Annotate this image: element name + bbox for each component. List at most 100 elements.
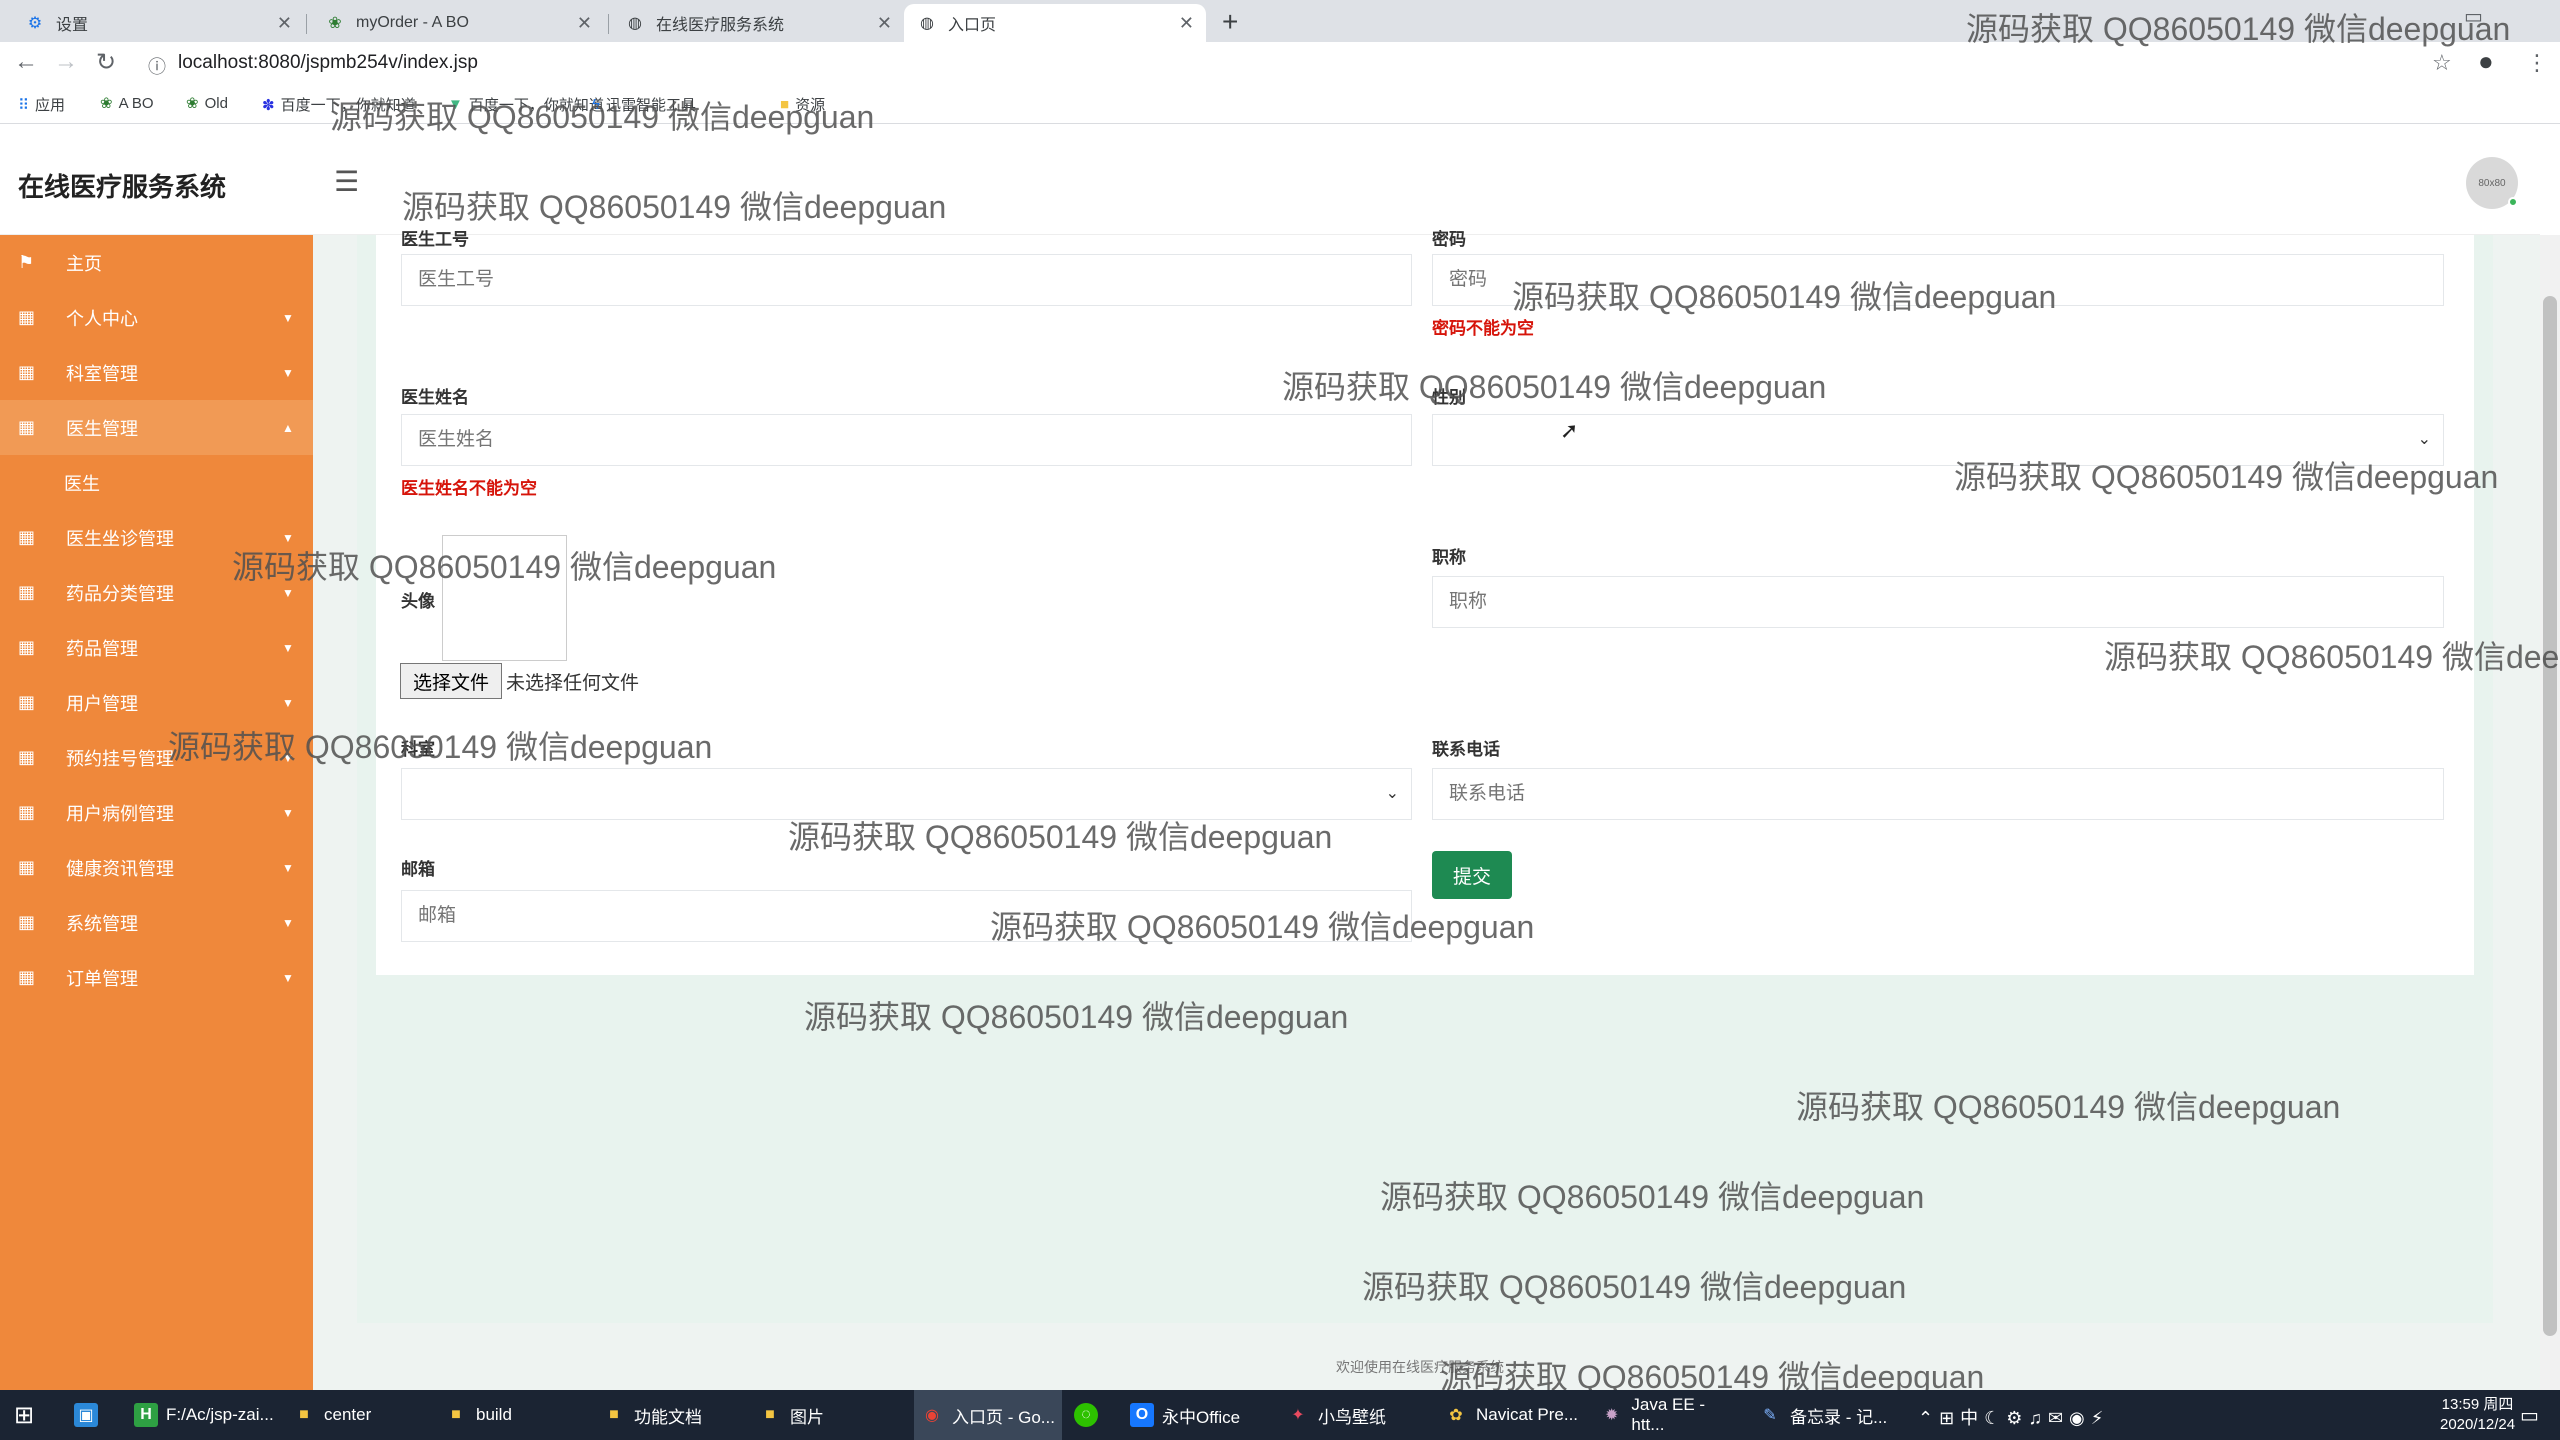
bookmark-vue[interactable]: ▼ 百度一下，你就知道: [448, 94, 604, 115]
scrollbar-thumb[interactable]: [2543, 296, 2557, 1336]
taskbar-item-center[interactable]: ■ center: [292, 1390, 432, 1440]
bookmark-abo[interactable]: ❀ A BO: [100, 94, 154, 113]
password-input[interactable]: [1432, 254, 2444, 306]
folder-icon: ■: [765, 1406, 775, 1423]
caret-up-icon: ▲: [282, 420, 294, 435]
globe-icon: ◍: [920, 15, 934, 32]
close-icon[interactable]: ✕: [1179, 13, 1194, 34]
close-icon[interactable]: ✕: [577, 13, 592, 34]
notification-icon[interactable]: ▭: [2520, 1390, 2539, 1440]
bookmark-old[interactable]: ❀ Old: [186, 94, 228, 113]
avatar-label: 头像: [401, 592, 435, 611]
file-status-text: 未选择任何文件: [506, 673, 640, 694]
grid-icon: ▦: [18, 967, 36, 987]
close-icon[interactable]: ✕: [277, 13, 292, 34]
reload-icon[interactable]: ↻: [96, 48, 116, 77]
sidebar-item-department[interactable]: ▦ 科室管理 ▼: [0, 345, 313, 400]
bookmark-resources[interactable]: ■ 资源: [780, 94, 825, 115]
choose-file-button[interactable]: 选择文件: [400, 663, 502, 699]
sidebar-item-orders[interactable]: ▦ 订单管理 ▼: [0, 950, 313, 1005]
taskbar-item-pictures[interactable]: ■ 图片: [758, 1390, 898, 1440]
sidebar-item-cases[interactable]: ▦ 用户病例管理 ▼: [0, 785, 313, 840]
thunder-icon: ϟ: [592, 96, 600, 113]
sidebar-item-system[interactable]: ▦ 系统管理 ▼: [0, 895, 313, 950]
taskbar-item-wechat[interactable]: ◌: [1074, 1390, 1106, 1440]
taskbar-item-docs[interactable]: ■ 功能文档: [602, 1390, 742, 1440]
email-label: 邮箱: [401, 860, 435, 879]
sidebar-item-appointments[interactable]: ▦ 预约挂号管理 ▼: [0, 730, 313, 785]
sidebar-item-doctor[interactable]: ▦ 医生管理 ▲: [0, 400, 313, 455]
bookmark-thunder[interactable]: ϟ 迅雷智能工具: [592, 94, 696, 115]
tab-separator: [608, 14, 609, 34]
folder-icon: ■: [780, 96, 790, 113]
sidebar-item-consultation[interactable]: ▦ 医生坐诊管理 ▼: [0, 510, 313, 565]
department-select[interactable]: ⌄: [401, 768, 1412, 820]
sidebar-item-personal[interactable]: ▦ 个人中心 ▼: [0, 290, 313, 345]
sidebar-item-home[interactable]: ⚑ 主页: [0, 235, 313, 290]
gender-select[interactable]: ⌄: [1432, 414, 2444, 466]
caret-down-icon: ▼: [282, 750, 294, 765]
title-label: 职称: [1432, 548, 1466, 567]
profile-icon[interactable]: ●: [2478, 46, 2494, 77]
store-icon: ▣: [74, 1403, 98, 1427]
browser-tab-medical[interactable]: ◍ 在线医疗服务系统 ✕: [612, 4, 904, 42]
wechat-icon: ◌: [1074, 1403, 1098, 1427]
sidebar-subitem-doctor[interactable]: 医生: [0, 455, 313, 510]
sidebar-item-drug-category[interactable]: ▦ 药品分类管理 ▼: [0, 565, 313, 620]
forward-arrow-icon[interactable]: →: [54, 48, 78, 76]
sidebar-item-drugs[interactable]: ▦ 药品管理 ▼: [0, 620, 313, 675]
windows-taskbar: ⊞ ▣ H F:/Ac/jsp-zai... ■ center ■ build …: [0, 1390, 2560, 1440]
phone-input[interactable]: [1432, 768, 2444, 820]
brand-title: 在线医疗服务系统: [18, 172, 227, 202]
app-header: 在线医疗服务系统 ☰ 80x80: [0, 125, 2540, 235]
star-icon[interactable]: ☆: [2432, 50, 2452, 76]
email-input[interactable]: [401, 890, 1412, 942]
minimize-icon[interactable]: ▭: [2464, 4, 2483, 29]
taskbar-item-eclipse[interactable]: ✹ Java EE - htt...: [1600, 1390, 1740, 1440]
bookmark-baidu[interactable]: ✽ 百度一下，你就知道: [262, 94, 416, 115]
address-bar[interactable]: localhost:8080/jspmb254v/index.jsp: [178, 52, 478, 74]
browser-tab-settings[interactable]: ⚙ 设置 ✕: [12, 4, 304, 42]
browser-tab-entry[interactable]: ◍ 入口页 ✕: [904, 4, 1206, 42]
chevron-down-icon: ⌄: [2417, 431, 2431, 448]
hbuilder-icon: H: [134, 1403, 158, 1427]
taskbar-item-chrome[interactable]: ◉ 入口页 - Go...: [914, 1390, 1062, 1440]
grid-icon: ▦: [18, 307, 36, 327]
new-tab-button[interactable]: +: [1222, 6, 1238, 38]
sidebar-item-users[interactable]: ▦ 用户管理 ▼: [0, 675, 313, 730]
menu-kebab-icon[interactable]: ⋮: [2526, 50, 2548, 76]
doctor-name-input[interactable]: [401, 414, 1412, 466]
caret-down-icon: ▼: [282, 530, 294, 545]
taskbar-item-yozo-office[interactable]: O 永中Office: [1130, 1390, 1260, 1440]
doctor-id-label: 医生工号: [401, 230, 469, 249]
submit-button[interactable]: 提交: [1432, 851, 1512, 899]
taskbar-item-navicat[interactable]: ✿ Navicat Pre...: [1444, 1390, 1584, 1440]
windows-start-icon[interactable]: ⊞: [14, 1390, 34, 1440]
taskbar-clock[interactable]: 13:59 周四 2020/12/24: [2440, 1395, 2515, 1435]
taskbar-item-hbuilder[interactable]: H F:/Ac/jsp-zai...: [134, 1390, 274, 1440]
title-input[interactable]: [1432, 576, 2444, 628]
grid-icon: ▦: [18, 912, 36, 932]
bookmark-apps[interactable]: ⠿ 应用: [18, 94, 65, 115]
tab-title: 设置: [56, 17, 89, 34]
hamburger-menu-icon[interactable]: ☰: [334, 165, 359, 198]
navicat-icon: ✿: [1449, 1407, 1463, 1424]
back-arrow-icon[interactable]: ←: [14, 48, 38, 76]
taskbar-app-store[interactable]: ▣: [74, 1390, 106, 1440]
bookmark-label: 迅雷智能工具: [605, 97, 696, 114]
doctor-id-input[interactable]: [401, 254, 1412, 306]
browser-tab-myorder[interactable]: ❀ myOrder - A BO ✕: [312, 4, 604, 42]
grid-icon: ▦: [18, 802, 36, 822]
system-tray[interactable]: ⌃⊞中☾⚙♫✉◉⚡: [1918, 1404, 2109, 1430]
close-icon[interactable]: ✕: [877, 13, 892, 34]
info-icon[interactable]: ⓘ: [148, 53, 166, 79]
bookmark-label: 百度一下，你就知道: [280, 97, 416, 114]
sidebar-item-health-news[interactable]: ▦ 健康资讯管理 ▼: [0, 840, 313, 895]
taskbar-item-wallpaper[interactable]: ✦ 小鸟壁纸: [1286, 1390, 1426, 1440]
bird-icon: ✦: [1291, 1407, 1305, 1424]
taskbar-item-notepad[interactable]: ✎ 备忘录 - 记...: [1758, 1390, 1898, 1440]
taskbar-item-build[interactable]: ■ build: [444, 1390, 584, 1440]
browser-toolbar: ← → ↻ ⓘ localhost:8080/jspmb254v/index.j…: [0, 42, 2560, 84]
caret-down-icon: ▼: [282, 695, 294, 710]
ime-indicator[interactable]: 中: [1960, 1408, 1984, 1428]
